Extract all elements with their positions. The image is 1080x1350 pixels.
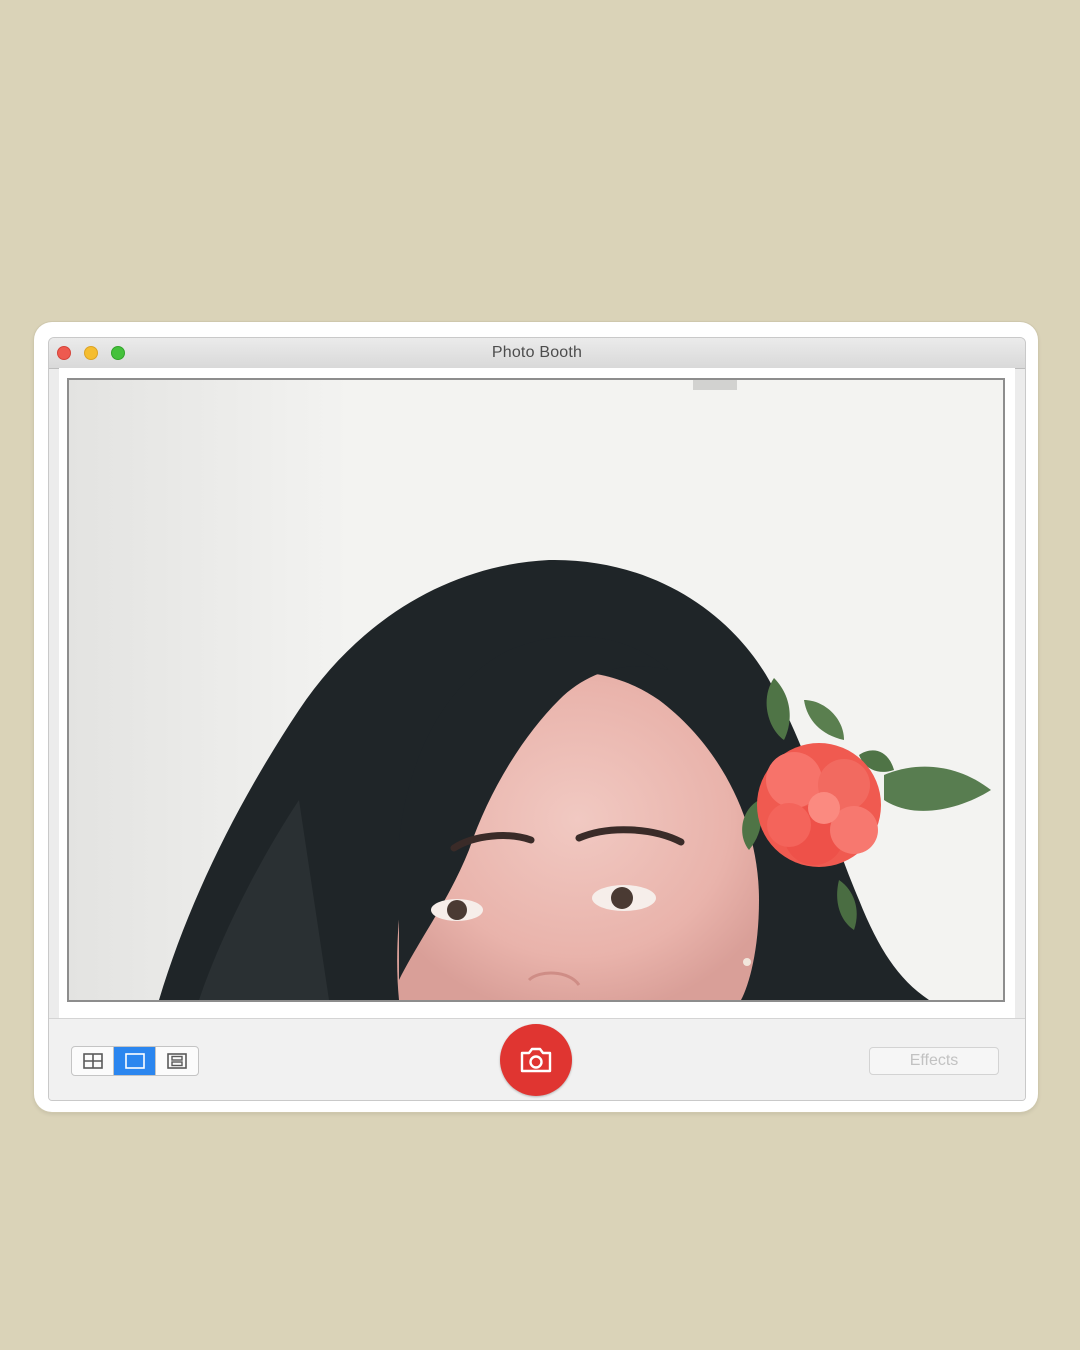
preview-frame [59, 368, 1015, 1018]
canvas-background: Photo Booth Effects [0, 0, 1080, 1350]
four-up-grid-icon [82, 1053, 103, 1069]
hair-flower [757, 743, 881, 867]
filmstrip-button[interactable] [156, 1047, 198, 1075]
filmstrip-icon [167, 1053, 187, 1069]
photo-booth-window: Photo Booth Effects [48, 337, 1026, 1101]
window-title: Photo Booth [491, 344, 583, 361]
single-photo-icon [124, 1053, 145, 1069]
camera-preview [67, 378, 1005, 1002]
bottom-toolbar: Effects [49, 1018, 1025, 1100]
single-photo-button[interactable] [114, 1047, 156, 1075]
take-photo-button[interactable] [500, 1024, 572, 1096]
camera-icon [520, 1047, 552, 1073]
title-bar[interactable]: Photo Booth [49, 338, 1025, 369]
four-up-grid-button[interactable] [72, 1047, 114, 1075]
camera-feed-image [69, 380, 1003, 1000]
view-mode-segmented-control [71, 1046, 199, 1076]
effects-button[interactable]: Effects [869, 1047, 999, 1075]
